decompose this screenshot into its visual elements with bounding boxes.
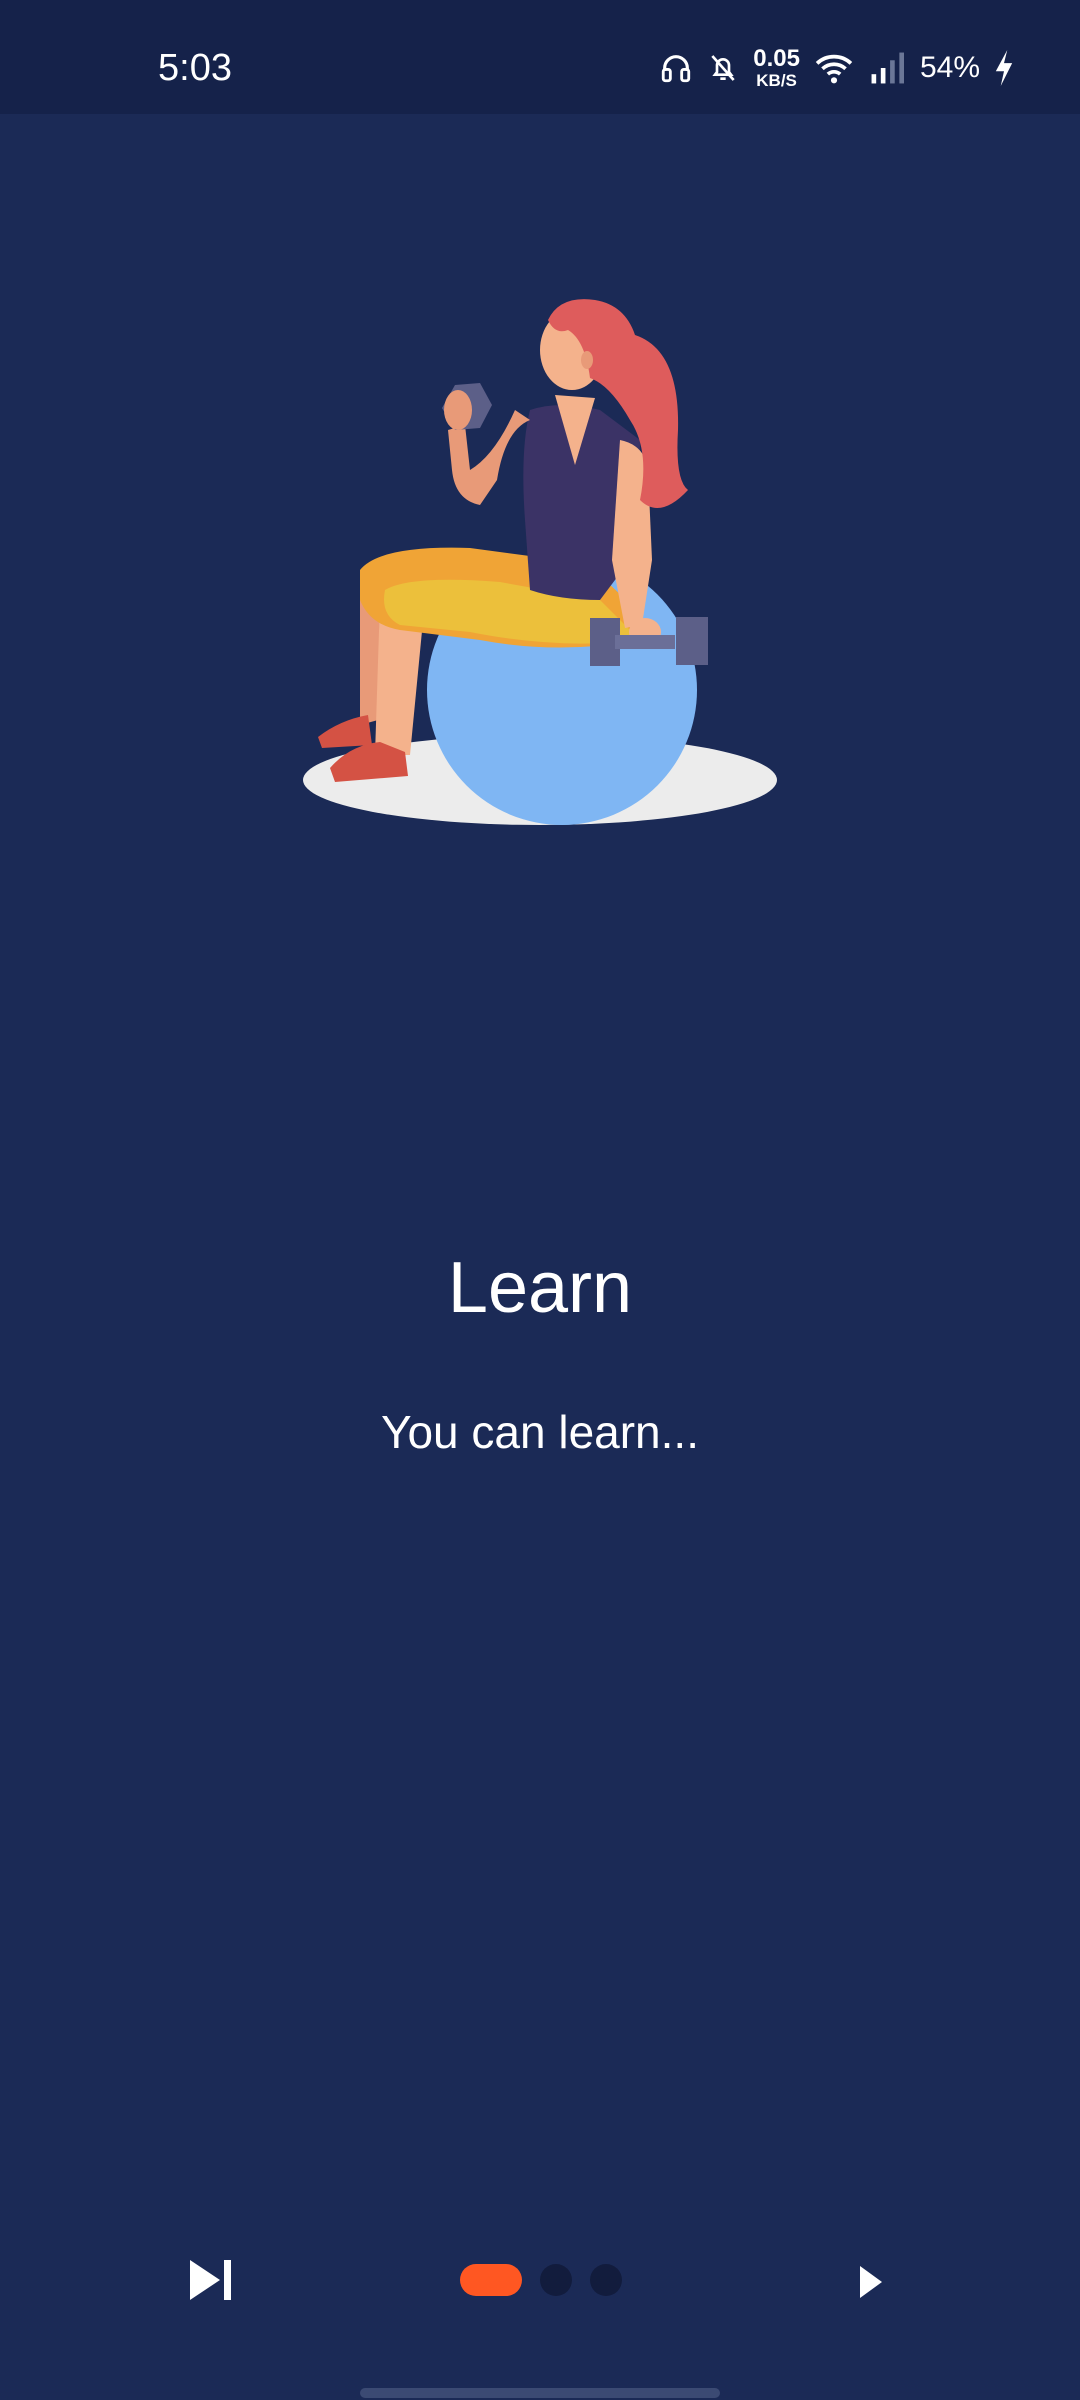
upper-hand (444, 390, 472, 430)
ear (581, 351, 593, 369)
play-arrow-icon (860, 2266, 882, 2298)
status-bar: 5:03 0.05 KB/S 54% (0, 0, 1080, 114)
page-dot-1-active[interactable] (460, 2264, 522, 2296)
charging-bolt-icon (994, 50, 1014, 86)
page-dot-2[interactable] (540, 2264, 572, 2296)
exercise-illustration (290, 290, 790, 840)
cell-signal-icon (868, 51, 906, 85)
onboarding-title: Learn (447, 1248, 633, 1328)
bell-off-icon (707, 51, 739, 85)
status-time: 5:03 (158, 47, 232, 89)
skip-next-icon (190, 2260, 231, 2300)
status-icons: 0.05 KB/S 54% (659, 38, 1014, 98)
page-indicator (460, 2263, 622, 2297)
next-button[interactable] (852, 2262, 888, 2302)
battery-percent: 54% (919, 51, 980, 84)
back-shoe (318, 715, 372, 748)
page-dot-3[interactable] (590, 2264, 622, 2296)
network-speed: 0.05 KB/S (753, 45, 800, 90)
onboarding-subtitle: You can learn... (381, 1406, 699, 1458)
gesture-bar[interactable] (360, 2388, 720, 2398)
network-speed-unit: KB/S (756, 71, 797, 90)
lower-dumbbell-bar (615, 635, 675, 649)
lower-dumbbell-right (676, 617, 708, 665)
wifi-icon (814, 51, 854, 85)
headphones-icon (659, 51, 693, 85)
skip-button[interactable] (184, 2254, 240, 2306)
network-speed-value: 0.05 (753, 45, 800, 72)
